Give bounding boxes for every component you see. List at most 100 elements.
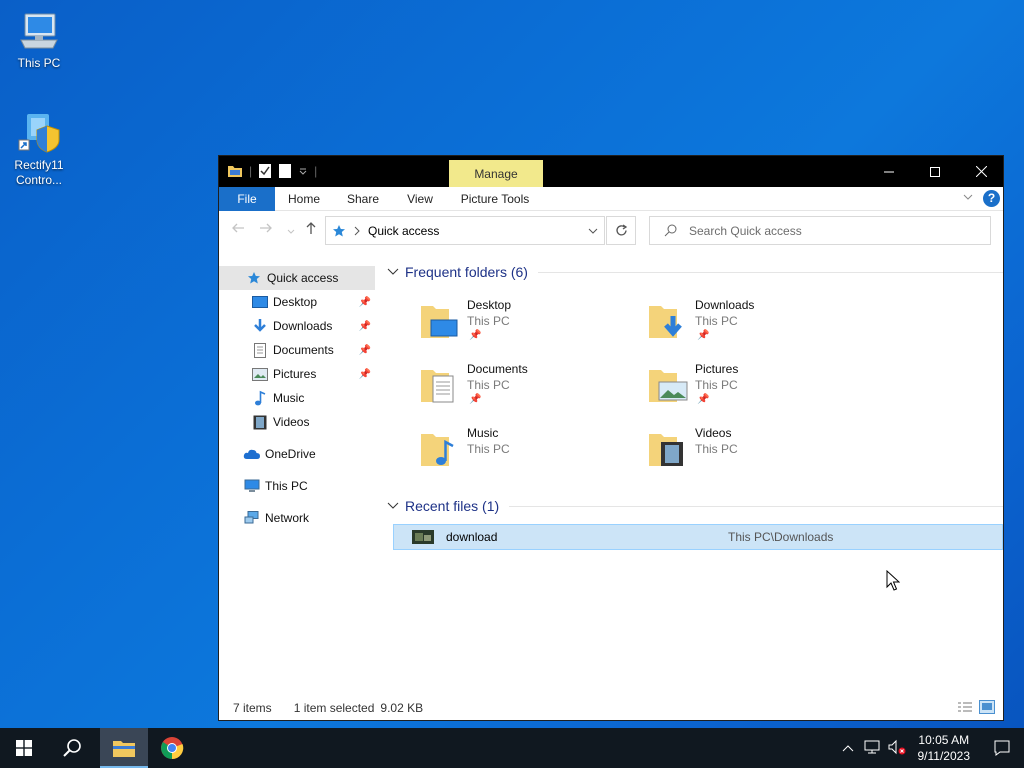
search-button[interactable] <box>48 728 96 768</box>
sidebar-item-label: Quick access <box>267 271 339 285</box>
taskbar-file-explorer[interactable] <box>100 728 148 768</box>
sidebar-item-onedrive[interactable]: OneDrive <box>219 442 375 466</box>
quick-access-toolbar: | | <box>227 163 317 179</box>
chevron-down-icon <box>963 194 973 200</box>
downloads-folder-icon <box>649 306 682 338</box>
group-header-frequent[interactable]: Frequent folders (6) <box>383 260 1003 284</box>
search-box[interactable]: Search Quick access <box>649 216 991 245</box>
clock[interactable]: 10:05 AM 9/11/2023 <box>918 732 971 764</box>
network-status-button[interactable] <box>864 740 880 757</box>
sidebar-item-quick-access[interactable]: Quick access <box>219 266 375 290</box>
download-arrow-icon <box>251 317 269 335</box>
chevron-down-icon <box>387 268 399 275</box>
windows-logo-icon <box>16 740 32 756</box>
large-icons-view-button[interactable] <box>979 700 995 717</box>
sidebar-item-label: Videos <box>273 415 310 429</box>
pin-icon[interactable]: 📌 <box>359 369 371 380</box>
close-icon <box>975 166 987 177</box>
tab-picture-tools[interactable]: Picture Tools <box>455 187 535 211</box>
properties-icon[interactable] <box>258 163 272 179</box>
pin-icon[interactable]: 📌 <box>359 321 371 332</box>
sidebar-item-label: This PC <box>265 479 308 493</box>
title-bar[interactable]: | | Manage <box>219 156 1003 187</box>
details-view-button[interactable] <box>957 701 973 716</box>
tab-view[interactable]: View <box>401 187 439 211</box>
maximize-button[interactable] <box>912 156 958 187</box>
refresh-button[interactable] <box>606 216 636 245</box>
forward-button[interactable] <box>259 222 273 237</box>
sidebar-item-videos[interactable]: Videos <box>219 410 375 434</box>
desktop-icon-this-pc[interactable]: This PC <box>4 10 74 71</box>
chevron-down-icon[interactable] <box>588 227 598 235</box>
tab-home[interactable]: Home <box>283 187 325 211</box>
close-button[interactable] <box>958 156 1004 187</box>
volume-button[interactable] <box>888 739 906 758</box>
mouse-cursor-icon <box>886 570 900 591</box>
tab-manage[interactable]: Manage <box>449 160 543 187</box>
help-button[interactable]: ? <box>983 190 1000 207</box>
film-icon <box>251 413 269 431</box>
details-view-icon <box>958 702 972 712</box>
control-center-icon <box>18 114 60 153</box>
clock-date: 9/11/2023 <box>917 749 971 763</box>
group-header-recent[interactable]: Recent files (1) <box>383 494 1003 518</box>
new-folder-icon[interactable] <box>278 163 292 179</box>
tab-share[interactable]: Share <box>341 187 385 211</box>
tab-file[interactable]: File <box>219 187 275 211</box>
sidebar-item-desktop[interactable]: Desktop 📌 <box>219 290 375 314</box>
desktop-icon <box>251 293 269 311</box>
folder-name: Pictures <box>695 362 739 376</box>
address-bar[interactable]: Quick access <box>325 216 605 245</box>
list-item[interactable]: download This PC\Downloads <box>393 524 1003 550</box>
folder-tile-videos[interactable]: Videos This PC <box>647 426 857 486</box>
up-button[interactable] <box>305 221 317 238</box>
group-header-label: Frequent folders (6) <box>405 264 528 280</box>
show-hidden-icons-button[interactable] <box>842 741 854 755</box>
documents-folder-icon <box>421 370 454 403</box>
computer-icon <box>243 477 261 495</box>
music-folder-icon <box>421 434 454 466</box>
sidebar-item-label: Network <box>265 511 310 525</box>
content-pane: Frequent folders (6) Desktop This PC 📌 D… <box>383 260 1003 550</box>
sidebar-item-this-pc[interactable]: This PC <box>219 474 375 498</box>
status-size: 9.02 KB <box>380 701 424 715</box>
taskbar-chrome[interactable] <box>148 728 196 768</box>
picture-icon <box>251 365 269 383</box>
folder-tile-downloads[interactable]: Downloads This PC 📌 <box>647 298 857 358</box>
videos-folder-icon <box>649 434 683 466</box>
arrow-left-icon <box>232 223 244 233</box>
folder-tile-pictures[interactable]: Pictures This PC 📌 <box>647 362 857 422</box>
folder-location: This PC <box>467 314 510 328</box>
chevron-down-icon[interactable] <box>298 166 308 176</box>
sidebar-item-pictures[interactable]: Pictures 📌 <box>219 362 375 386</box>
notifications-button[interactable] <box>980 728 1024 768</box>
pin-icon[interactable]: 📌 <box>359 297 371 308</box>
folder-name: Documents <box>467 362 528 376</box>
recent-locations-button[interactable] <box>287 224 295 238</box>
sidebar-item-network[interactable]: Network <box>219 506 375 530</box>
sidebar-item-downloads[interactable]: Downloads 📌 <box>219 314 375 338</box>
toolbar-separator: | <box>314 164 318 178</box>
network-icon <box>243 509 261 527</box>
back-button[interactable] <box>231 222 245 237</box>
search-icon <box>664 224 677 237</box>
sidebar-item-label: Pictures <box>273 367 317 381</box>
star-icon <box>333 224 345 236</box>
minimize-button[interactable] <box>866 156 912 187</box>
star-icon <box>245 269 263 287</box>
network-icon <box>864 740 879 753</box>
pin-icon[interactable]: 📌 <box>359 345 371 356</box>
folder-tile-documents[interactable]: Documents This PC 📌 <box>419 362 629 422</box>
sidebar-item-documents[interactable]: Documents 📌 <box>219 338 375 362</box>
folder-tile-desktop[interactable]: Desktop This PC 📌 <box>419 298 629 358</box>
folder-tile-music[interactable]: Music This PC <box>419 426 629 486</box>
folder-icon[interactable] <box>227 164 243 178</box>
start-button[interactable] <box>0 728 48 768</box>
ribbon-expand-button[interactable] <box>963 193 973 204</box>
pictures-folder-icon <box>649 370 688 402</box>
desktop-icon-rectify11[interactable]: Rectify11 Contro... <box>4 110 74 188</box>
sidebar-item-music[interactable]: Music <box>219 386 375 410</box>
folder-name: Desktop <box>467 298 512 312</box>
folder-location: This PC <box>695 442 738 456</box>
